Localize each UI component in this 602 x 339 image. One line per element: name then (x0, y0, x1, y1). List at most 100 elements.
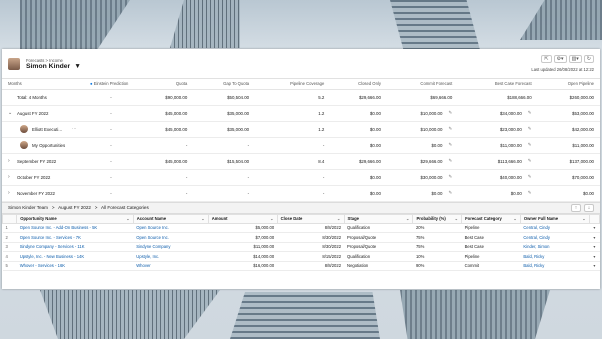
more-icon[interactable]: ⋯ (72, 126, 76, 132)
col-stage[interactable]: Stage ⌄ (343, 213, 414, 224)
owner-link[interactable]: Bald, Ricky (520, 251, 590, 262)
arrow-down-icon[interactable]: ↓ (584, 203, 594, 212)
col-coverage[interactable]: Pipeline Coverage (255, 79, 331, 90)
chevron-icon[interactable]: › (8, 190, 13, 196)
forecast-row[interactable]: › September FY 2022 - $45,000.00 $15,504.00 8… (2, 153, 600, 170)
opportunity-link[interactable]: Sindyne Company - Services - 11K (16, 242, 134, 252)
best-case-cell[interactable]: $23,000.00 ✎ (458, 121, 538, 138)
forecast-row[interactable]: › October FY 2022- - - - $0.00 $30,000.00 ✎ $40,… (2, 169, 600, 186)
account-link[interactable]: Sindyne Company (133, 242, 209, 252)
pencil-icon[interactable]: ✎ (448, 142, 452, 148)
table-row[interactable]: 3 Sindyne Company - Services - 11K Sindyne… (2, 242, 600, 252)
forecast-row[interactable]: ⌄ August FY 2022- $45,000.00 $35,000.00 1.2 $… (2, 105, 600, 122)
table-row[interactable]: 5 Whover - Services - 16K Whover $16,000.00… (2, 261, 600, 271)
account-link[interactable]: Open Source Inc. (133, 232, 209, 243)
forecast-row[interactable]: › November FY 2022- - - - $0.00 $0.00 ✎ $0.00 ✎ $0… (2, 185, 600, 202)
best-case-cell[interactable]: $11,000.00 ✎ (458, 137, 538, 154)
chevron-down-icon[interactable]: ⌄ (126, 216, 130, 221)
chevron-down-icon[interactable]: ⌄ (337, 216, 341, 221)
commit-cell[interactable]: $10,000.00 ✎ (386, 105, 459, 122)
row-action-icon[interactable]: ▾ (589, 261, 600, 271)
pencil-icon[interactable]: ✎ (448, 158, 452, 164)
col-opp-name[interactable]: Opportunity Name ⌄ (16, 213, 134, 224)
forecast-row-name[interactable]: Total: 4 Months (2, 89, 84, 106)
col-quota[interactable]: Quota (138, 79, 194, 90)
refresh-icon[interactable]: ↻ (583, 55, 594, 63)
best-case-cell[interactable]: $40,000.00 ✎ (458, 169, 538, 186)
share-icon[interactable]: ⇱ (541, 55, 552, 63)
pencil-icon[interactable]: ✎ (448, 110, 452, 116)
columns-icon[interactable]: ▥▾ (568, 55, 582, 63)
col-best[interactable]: Best Case Forecast (458, 79, 538, 90)
col-gap[interactable]: Gap To Quota (193, 79, 256, 90)
owner-link[interactable]: Bald, Ricky (520, 261, 590, 271)
pencil-icon[interactable]: ✎ (528, 174, 532, 180)
chevron-down-icon[interactable]: ⌄ (270, 216, 274, 221)
commit-cell[interactable]: $0.00 ✎ (386, 137, 459, 154)
chevron-icon[interactable]: › (8, 174, 13, 180)
owner-link[interactable]: Central, Cindy (520, 232, 590, 243)
commit-cell[interactable]: $30,000.00 ✎ (386, 169, 459, 186)
col-account[interactable]: Account Name ⌄ (132, 213, 209, 224)
forecast-row[interactable]: My Opportunities - - - - $0.00 $0.00 ✎ $11,000.0… (2, 137, 600, 154)
chevron-icon[interactable]: ⌄ (8, 110, 13, 116)
account-link[interactable]: Whover (133, 261, 209, 271)
forecast-row-name[interactable]: › November FY 2022 (2, 185, 84, 202)
pencil-icon[interactable]: ✎ (448, 174, 452, 180)
pencil-icon[interactable]: ✎ (528, 110, 532, 116)
pencil-icon[interactable]: ✎ (448, 190, 452, 196)
table-row[interactable]: 1 Open Source Inc. - Add-On Business - 5K… (2, 223, 600, 233)
best-case-cell[interactable]: $113,666.00 ✎ (458, 153, 538, 170)
forecast-row[interactable]: Elliott Executi... ⋯ - $45,000.00 $35,000.00… (2, 121, 600, 138)
owner-link[interactable]: Central, Cindy (520, 223, 590, 233)
opportunity-link[interactable]: Whover - Services - 16K (16, 261, 134, 271)
row-action-icon[interactable]: ▾ (589, 242, 600, 252)
chevron-down-icon[interactable]: ⌄ (582, 216, 586, 221)
col-months[interactable]: Months (2, 79, 84, 90)
col-amount[interactable]: Amount ⌄ (207, 213, 278, 224)
pencil-icon[interactable]: ✎ (448, 126, 452, 132)
chevron-down-icon[interactable]: ⌄ (406, 216, 410, 221)
row-action-icon[interactable]: ▾ (589, 232, 600, 243)
pencil-icon[interactable]: ✎ (528, 126, 532, 132)
opportunity-link[interactable]: Open Source Inc. - Add-On Business - 5K (16, 223, 134, 233)
col-owner[interactable]: Owner Full Name ⌄ (519, 213, 590, 224)
forecast-row-name[interactable]: My Opportunities (2, 137, 84, 154)
best-case-cell[interactable]: $0.00 ✎ (458, 185, 538, 202)
pencil-icon[interactable]: ✎ (528, 158, 532, 164)
opportunity-link[interactable]: Upstyle, Inc. - New Business - 14K (16, 251, 134, 262)
account-link[interactable]: Upstyle, Inc. (133, 251, 209, 262)
best-case-cell[interactable]: $34,000.00 ✎ (458, 105, 538, 122)
arrow-up-icon[interactable]: ↑ (571, 203, 581, 212)
opportunity-link[interactable]: Open Source Inc. - Services - 7K (16, 232, 134, 243)
row-action-icon[interactable]: ▾ (589, 251, 600, 262)
forecast-row-name[interactable]: › October FY 2022 (2, 169, 84, 186)
chevron-icon[interactable]: › (8, 158, 13, 164)
commit-cell[interactable]: $29,666.00 ✎ (386, 153, 459, 170)
chevron-down-icon[interactable]: ⌄ (201, 216, 205, 221)
pencil-icon[interactable]: ✎ (528, 142, 532, 148)
col-einstein[interactable]: ● Einstein Prediction (84, 79, 138, 90)
chevron-down-icon[interactable]: ⌄ (513, 216, 517, 221)
pencil-icon[interactable]: ✎ (528, 190, 532, 196)
owner-link[interactable]: Kinder, Simon (520, 242, 590, 252)
chevron-down-icon[interactable]: ⌄ (455, 216, 459, 221)
commit-cell[interactable]: $10,000.00 ✎ (386, 121, 459, 138)
chevron-down-icon[interactable]: ▼ (74, 63, 81, 70)
table-row[interactable]: 4 Upstyle, Inc. - New Business - 14K Upsty… (2, 251, 600, 262)
col-commit[interactable]: Commit Forecast (386, 79, 459, 90)
col-closed[interactable]: Closed Only (330, 79, 387, 90)
forecast-row-name[interactable]: ⌄ August FY 2022 (2, 105, 84, 122)
col-forecast-category[interactable]: Forecast Category ⌄ (461, 213, 521, 224)
row-action-icon[interactable]: ▾ (589, 223, 600, 233)
forecast-row[interactable]: Total: 4 Months - $90,000.00 $50,504.00 5.2 $… (2, 89, 600, 106)
col-probability[interactable]: Probability (%) ⌄ (412, 213, 463, 224)
forecast-row-name[interactable]: Elliott Executi... ⋯ (2, 121, 84, 138)
col-open[interactable]: Open Pipeline (537, 79, 600, 90)
account-link[interactable]: Open Source Inc. (133, 223, 209, 233)
table-row[interactable]: 2 Open Source Inc. - Services - 7K Open So… (2, 232, 600, 243)
commit-cell[interactable]: $0.00 ✎ (386, 185, 459, 202)
forecast-row-name[interactable]: › September FY 2022 (2, 153, 84, 170)
col-close-date[interactable]: Close Date ⌄ (276, 213, 345, 224)
gear-icon[interactable]: ⚙▾ (553, 55, 567, 63)
